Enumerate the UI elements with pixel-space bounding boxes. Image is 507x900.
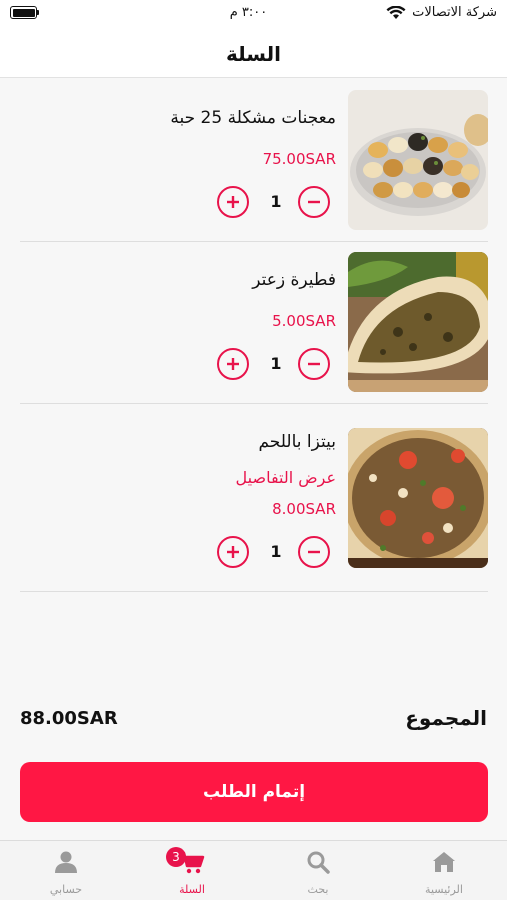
tab-search[interactable]: بحث — [255, 841, 381, 900]
quantity-value: 1 — [270, 542, 282, 561]
minus-icon — [308, 200, 320, 204]
page-title: السلة — [225, 41, 281, 66]
zaatar-pie-photo — [348, 252, 488, 392]
minus-icon — [308, 362, 320, 366]
total-value: 88.00SAR — [20, 708, 118, 729]
decrease-quantity-button[interactable] — [298, 348, 330, 380]
cart-item: بيتزا باللحم عرض التفاصيل 8.00SAR 1 — [20, 404, 488, 592]
decrease-quantity-button[interactable] — [298, 536, 330, 568]
tab-cart[interactable]: 3 السلة — [129, 841, 255, 900]
total-label: المجموع — [405, 706, 487, 730]
cart-item: معجنات مشكلة 25 حبة 75.00SAR 1 — [20, 80, 488, 242]
meat-pizza-photo — [348, 428, 488, 568]
item-name: بيتزا باللحم — [258, 432, 336, 452]
increase-quantity-button[interactable] — [217, 186, 249, 218]
tab-label: بحث — [307, 883, 329, 896]
item-image-pastries[interactable] — [348, 90, 488, 230]
minus-icon — [308, 550, 320, 554]
tab-label: الرئيسية — [425, 883, 463, 896]
decrease-quantity-button[interactable] — [298, 186, 330, 218]
item-image-zaatar-pie[interactable] — [348, 252, 488, 392]
search-icon — [307, 851, 330, 874]
battery-icon — [10, 6, 37, 19]
increase-quantity-button[interactable] — [217, 348, 249, 380]
battery-tip — [37, 10, 39, 15]
tab-bar: الرئيسية بحث 3 السلة حسابي — [0, 840, 507, 900]
cart-item: فطيرة زعتر 5.00SAR 1 — [20, 242, 488, 404]
status-bar: شركة الاتصالات ٣:٠٠ م — [0, 0, 507, 30]
item-name: فطيرة زعتر — [252, 270, 336, 290]
tab-account[interactable]: حسابي — [3, 841, 129, 900]
plus-icon — [227, 546, 239, 558]
home-icon — [433, 852, 455, 872]
plus-icon — [227, 358, 239, 370]
quantity-value: 1 — [270, 192, 282, 211]
item-price: 5.00SAR — [272, 312, 336, 330]
checkout-button[interactable]: إتمام الطلب — [20, 762, 488, 822]
item-name: معجنات مشكلة 25 حبة — [170, 108, 336, 128]
item-price: 75.00SAR — [262, 150, 336, 168]
pastries-photo — [348, 90, 488, 230]
quantity-value: 1 — [270, 354, 282, 373]
status-time: ٣:٠٠ م — [229, 5, 268, 20]
increase-quantity-button[interactable] — [217, 536, 249, 568]
item-image-meat-pizza[interactable] — [348, 428, 488, 568]
cart-badge: 3 — [166, 847, 186, 867]
view-details-link[interactable]: عرض التفاصيل — [236, 468, 336, 487]
tab-label: السلة — [179, 883, 205, 896]
plus-icon — [227, 196, 239, 208]
tab-label: حسابي — [49, 883, 83, 896]
tab-home[interactable]: الرئيسية — [381, 841, 507, 900]
user-icon — [55, 851, 77, 873]
item-price: 8.00SAR — [272, 500, 336, 518]
header: السلة — [0, 30, 507, 78]
